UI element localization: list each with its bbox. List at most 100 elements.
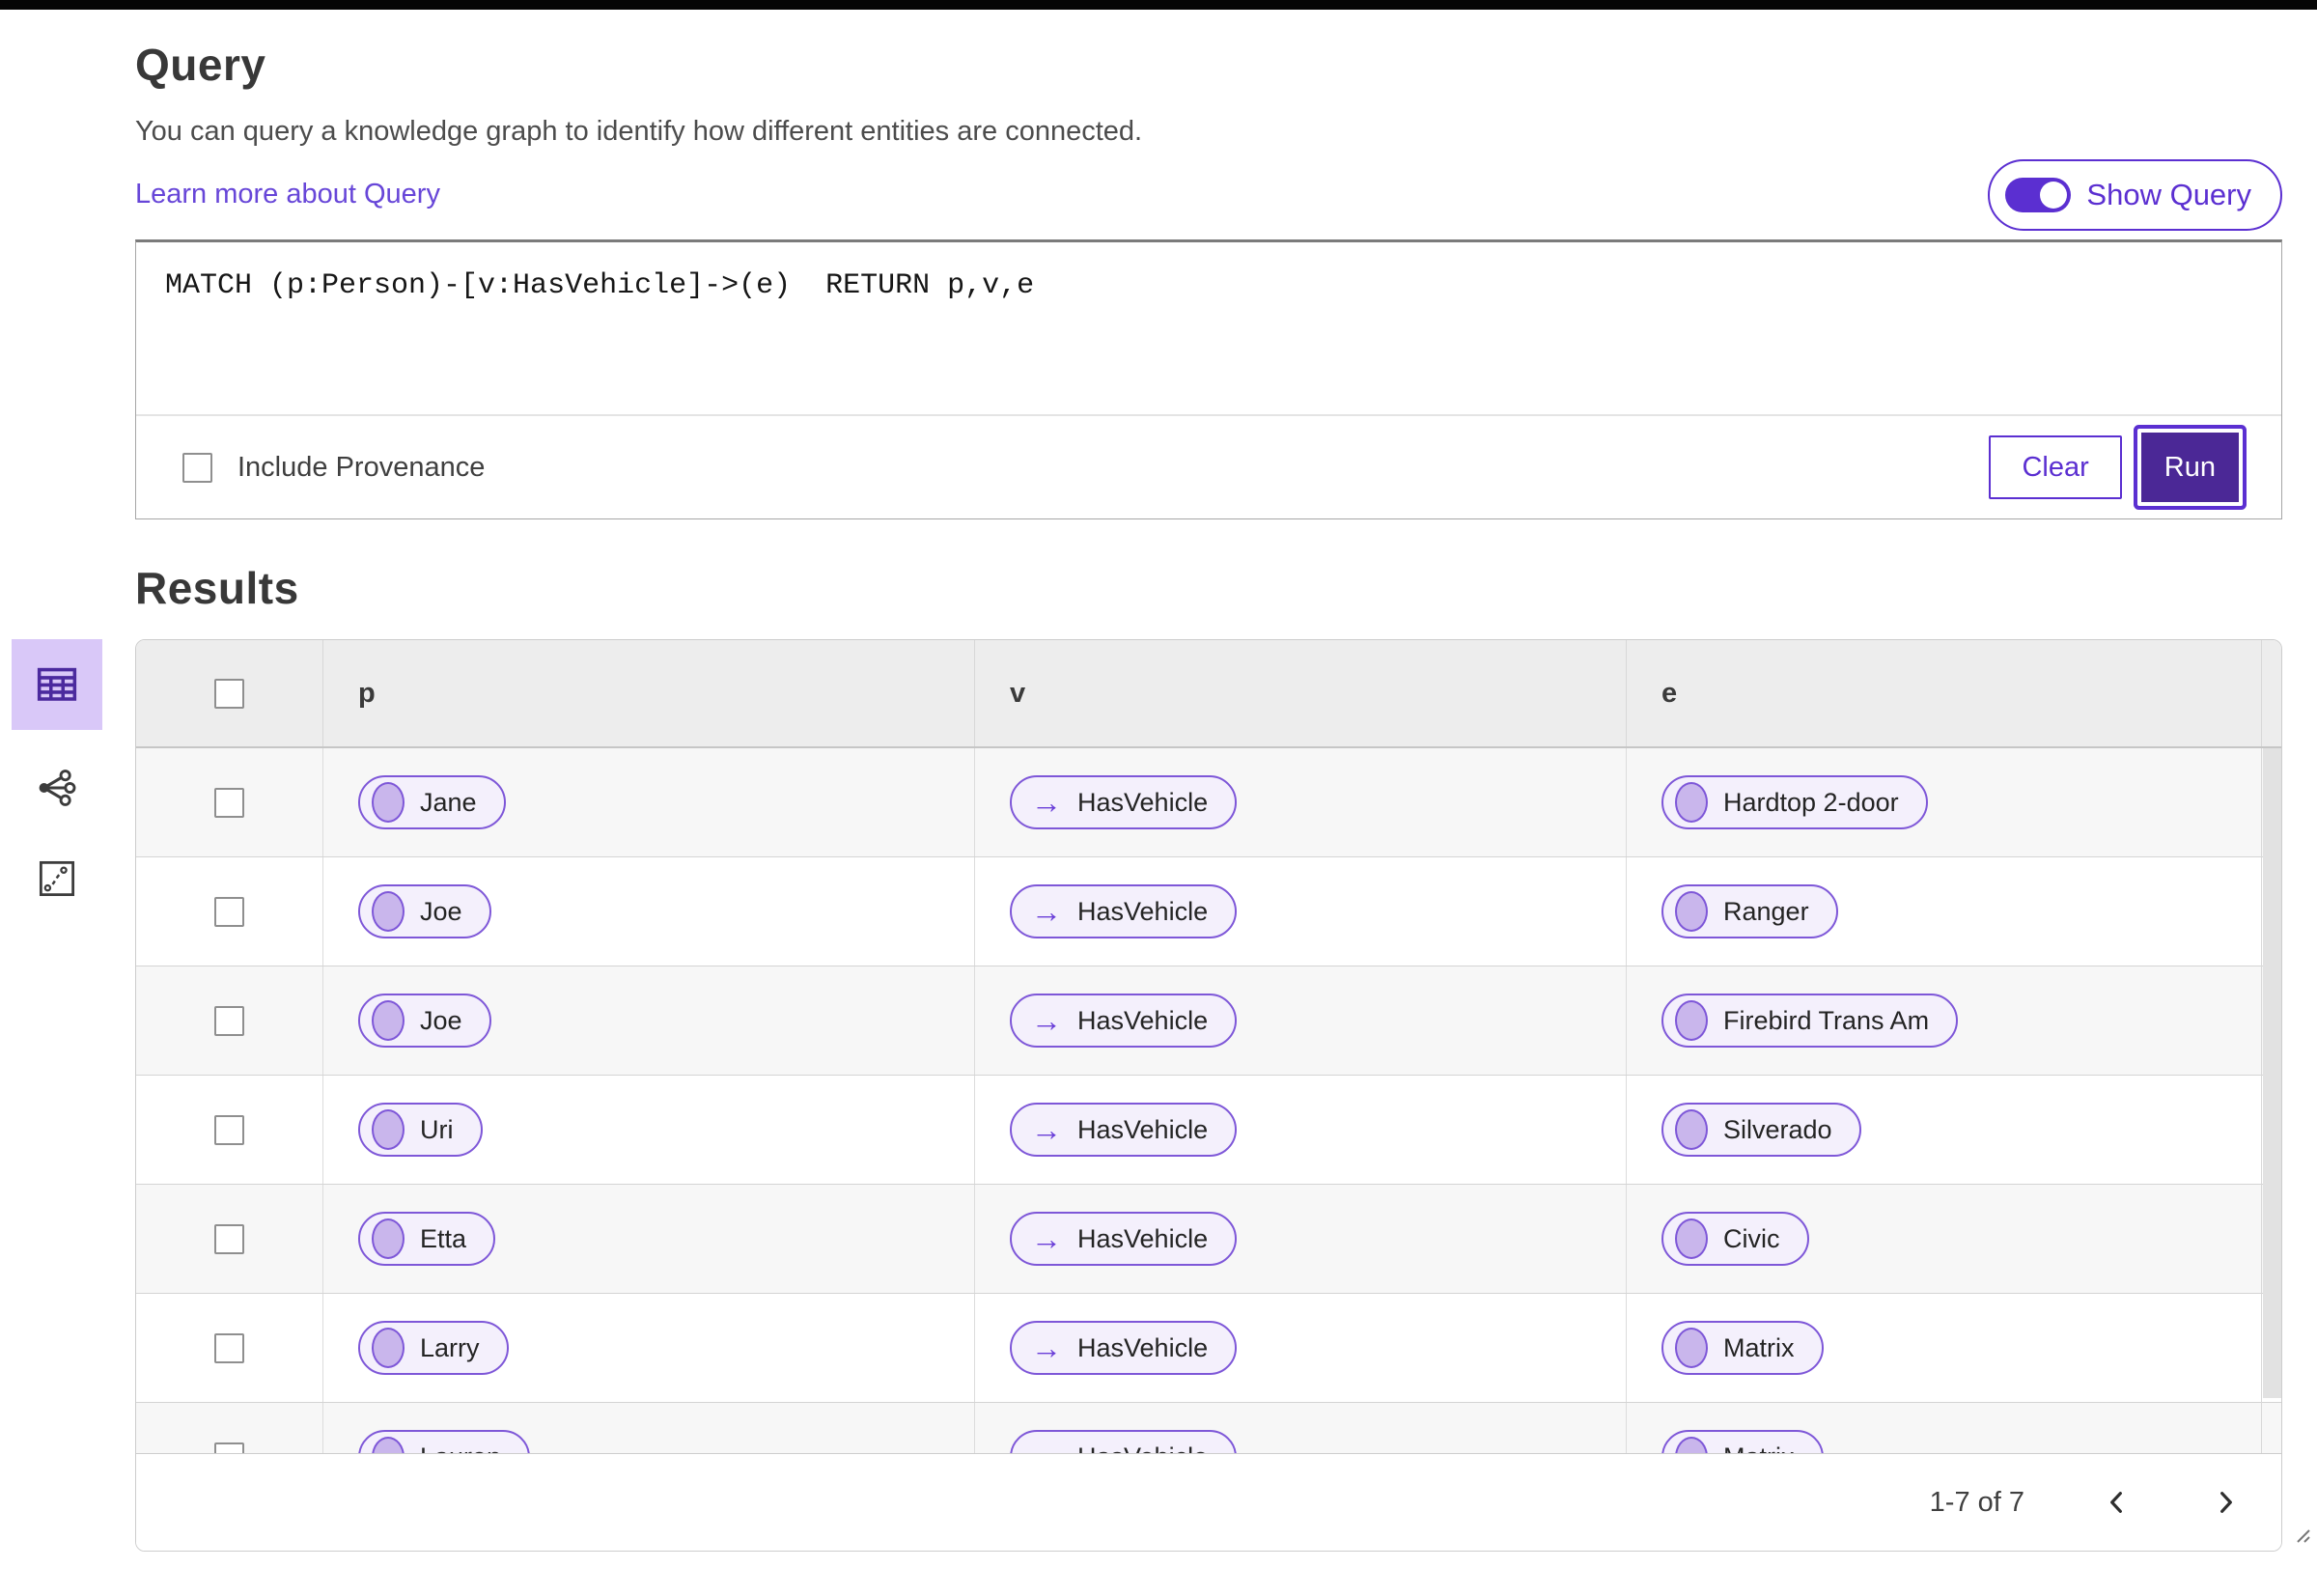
edge-arrow-icon: → [1031, 1330, 1062, 1365]
table-body: Jane → HasVehicle Hardtop 2-door Joe → Has… [136, 748, 2281, 1453]
chart-icon [39, 860, 75, 897]
query-textarea[interactable]: MATCH (p:Person)-[v:HasVehicle]->(e) RET… [136, 242, 2281, 414]
node-label: Silverado [1723, 1114, 1832, 1144]
edge-label: HasVehicle [1077, 1442, 1208, 1454]
clear-button[interactable]: Clear [1989, 435, 2122, 499]
node-chip[interactable]: Hardtop 2-door [1661, 775, 1928, 829]
node-chip[interactable]: Civic [1661, 1212, 1809, 1266]
table-row: Uri → HasVehicle Silverado [136, 1076, 2281, 1185]
edge-chip[interactable]: → HasVehicle [1010, 1430, 1238, 1454]
node-icon [1675, 1218, 1708, 1259]
row-checkbox[interactable] [214, 1005, 244, 1036]
scrollbar-thumb[interactable] [2263, 748, 2281, 1398]
node-chip[interactable]: Uri [358, 1103, 483, 1157]
query-editor-panel: MATCH (p:Person)-[v:HasVehicle]->(e) RET… [135, 239, 2310, 1543]
node-label: Jane [420, 787, 477, 817]
main-content: Query You can query a knowledge graph to… [0, 39, 2317, 1552]
chart-view-button[interactable] [12, 848, 102, 910]
edge-arrow-icon: → [1031, 1003, 1062, 1038]
node-chip[interactable]: Joe [358, 994, 491, 1048]
header-gutter [2261, 640, 2281, 746]
column-header-p: p [322, 640, 974, 746]
node-label: Hardtop 2-door [1723, 787, 1899, 817]
node-chip[interactable]: Joe [358, 884, 491, 938]
table-row: Larry → HasVehicle Matrix [136, 1294, 2281, 1403]
results-table: p v e Jane → HasVehicle Hardtop 2-door Jo… [135, 639, 2282, 1552]
row-checkbox[interactable] [214, 1442, 244, 1453]
edge-chip[interactable]: → HasVehicle [1010, 994, 1238, 1048]
node-icon [372, 891, 405, 932]
node-icon [1675, 1000, 1708, 1041]
edge-arrow-icon: → [1031, 1112, 1062, 1147]
row-checkbox[interactable] [214, 896, 244, 927]
query-footer: Include Provenance Clear Run [136, 414, 2281, 518]
page-title: Query [135, 40, 266, 90]
edge-chip[interactable]: → HasVehicle [1010, 1212, 1238, 1266]
learn-more-link[interactable]: Learn more about Query [135, 179, 440, 210]
edge-arrow-icon: → [1031, 1442, 1062, 1453]
node-label: Matrix [1723, 1332, 1795, 1362]
select-all-checkbox[interactable] [214, 678, 244, 709]
node-icon [1675, 1437, 1708, 1453]
node-label: Lauren [420, 1442, 501, 1454]
table-row: Jane → HasVehicle Hardtop 2-door [136, 748, 2281, 857]
show-query-toggle-button[interactable]: Show Query [1988, 159, 2282, 231]
toggle-switch[interactable] [2005, 178, 2072, 212]
edge-chip[interactable]: → HasVehicle [1010, 1321, 1238, 1375]
node-icon [1675, 782, 1708, 823]
next-page-button[interactable] [2210, 1487, 2241, 1518]
edge-label: HasVehicle [1077, 896, 1209, 926]
node-icon [1675, 891, 1708, 932]
table-header-row: p v e [136, 640, 2281, 748]
node-label: Joe [420, 896, 462, 926]
node-chip[interactable]: Jane [358, 775, 506, 829]
node-label: Firebird Trans Am [1723, 1005, 1930, 1035]
node-icon [1675, 1328, 1708, 1368]
node-chip[interactable]: Firebird Trans Am [1661, 994, 1959, 1048]
edge-chip[interactable]: → HasVehicle [1010, 884, 1238, 938]
edge-label: HasVehicle [1077, 1005, 1209, 1035]
node-chip[interactable]: Matrix [1661, 1321, 1824, 1375]
toggle-knob [2040, 182, 2068, 209]
results-area: p v e Jane → HasVehicle Hardtop 2-door Jo… [12, 639, 2282, 1552]
edge-chip[interactable]: → HasVehicle [1010, 775, 1238, 829]
row-checkbox[interactable] [214, 1114, 244, 1145]
node-chip[interactable]: Larry [358, 1321, 509, 1375]
node-icon [372, 782, 405, 823]
column-header-v: v [974, 640, 1626, 746]
run-button[interactable]: Run [2136, 429, 2243, 506]
node-label: Joe [420, 1005, 462, 1035]
table-view-button[interactable] [12, 639, 102, 730]
resize-handle-icon[interactable] [2288, 1521, 2311, 1544]
node-icon [372, 1328, 405, 1368]
node-chip[interactable]: Lauren [358, 1430, 531, 1454]
include-provenance-checkbox[interactable] [182, 452, 212, 483]
previous-page-button[interactable] [2102, 1487, 2133, 1518]
row-checkbox[interactable] [214, 1223, 244, 1254]
node-icon [372, 1109, 405, 1150]
table-row: Joe → HasVehicle Firebird Trans Am [136, 966, 2281, 1076]
node-label: Uri [420, 1114, 454, 1144]
node-label: Matrix [1723, 1442, 1795, 1454]
include-provenance-label: Include Provenance [237, 451, 486, 483]
graph-icon [39, 770, 76, 806]
edge-arrow-icon: → [1031, 785, 1062, 820]
edge-label: HasVehicle [1077, 1114, 1209, 1144]
view-switcher [12, 639, 102, 910]
edge-label: HasVehicle [1077, 1332, 1209, 1362]
node-icon [372, 1218, 405, 1259]
table-row: Lauren → HasVehicle Matrix [136, 1403, 2281, 1453]
edge-arrow-icon: → [1031, 1221, 1062, 1256]
node-chip[interactable]: Matrix [1661, 1430, 1824, 1453]
window-top-border [0, 0, 2317, 10]
edge-chip[interactable]: → HasVehicle [1010, 1103, 1238, 1157]
node-chip[interactable]: Etta [358, 1212, 496, 1266]
node-label: Larry [420, 1332, 480, 1362]
node-chip[interactable]: Ranger [1661, 884, 1838, 938]
row-checkbox[interactable] [214, 787, 244, 818]
results-title: Results [135, 563, 299, 613]
graph-view-button[interactable] [12, 757, 102, 819]
row-checkbox[interactable] [214, 1332, 244, 1363]
node-chip[interactable]: Silverado [1661, 1103, 1861, 1157]
scrollbar-track [2261, 748, 2281, 1453]
